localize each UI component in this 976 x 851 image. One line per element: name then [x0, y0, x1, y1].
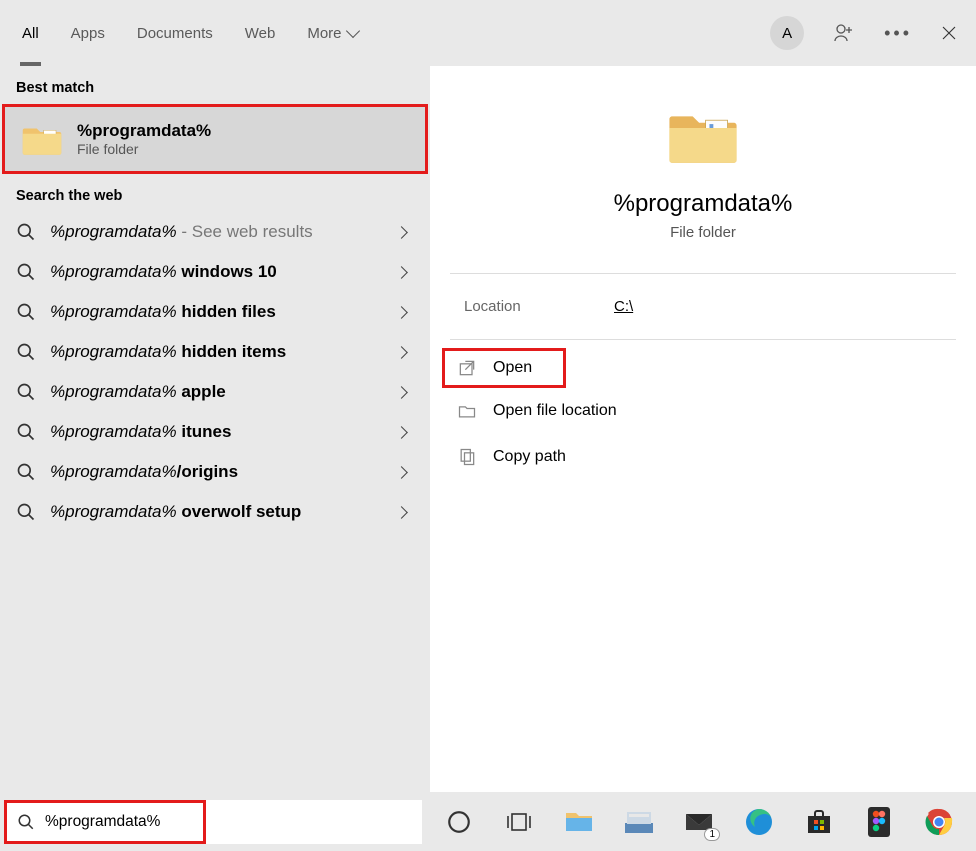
bottom-bar: %programdata% 1 — [0, 792, 976, 851]
location-row: Location C:\ — [430, 274, 976, 339]
action-copy-path[interactable]: Copy path — [442, 434, 964, 480]
suggestion-text: %programdata% overwolf setup — [50, 502, 383, 522]
preview-title: %programdata% — [430, 190, 976, 218]
best-match-title: %programdata% — [77, 121, 211, 141]
feedback-icon[interactable] — [832, 21, 856, 45]
chevron-right-icon — [395, 466, 408, 479]
mail-icon[interactable]: 1 — [682, 805, 716, 839]
suggestion-text: %programdata% itunes — [50, 422, 383, 442]
best-match-result[interactable]: %programdata% File folder — [2, 104, 428, 174]
action-open[interactable]: Open — [442, 348, 566, 388]
folder-icon — [21, 119, 63, 159]
folder-icon — [664, 106, 742, 168]
cortana-icon[interactable] — [442, 805, 476, 839]
web-suggestion[interactable]: %programdata% itunes — [0, 412, 430, 452]
search-icon — [16, 382, 36, 402]
user-avatar[interactable]: A — [770, 16, 804, 50]
search-icon — [17, 813, 35, 831]
task-view-icon[interactable] — [502, 805, 536, 839]
suggestion-text: %programdata% hidden items — [50, 342, 383, 362]
chevron-right-icon — [395, 266, 408, 279]
web-suggestion[interactable]: %programdata% - See web results — [0, 212, 430, 252]
app-icon[interactable] — [622, 805, 656, 839]
search-input-extension[interactable] — [206, 800, 422, 844]
search-icon — [16, 262, 36, 282]
search-icon — [16, 462, 36, 482]
action-open-file-location[interactable]: Open file location — [442, 388, 964, 434]
web-suggestion[interactable]: %programdata% overwolf setup — [0, 492, 430, 532]
open-icon — [457, 358, 477, 378]
web-suggestion[interactable]: %programdata% hidden files — [0, 292, 430, 332]
chevron-right-icon — [395, 226, 408, 239]
search-input-text: %programdata% — [45, 813, 160, 831]
microsoft-store-icon[interactable] — [802, 805, 836, 839]
search-input[interactable]: %programdata% — [4, 800, 206, 844]
filter-tabs: All Apps Documents Web More — [20, 5, 360, 62]
chevron-right-icon — [395, 426, 408, 439]
search-icon — [16, 422, 36, 442]
search-icon — [16, 222, 36, 242]
chevron-down-icon — [345, 24, 359, 38]
chevron-right-icon — [395, 506, 408, 519]
chrome-icon[interactable] — [922, 805, 956, 839]
suggestion-text: %programdata% - See web results — [50, 222, 383, 242]
suggestion-text: %programdata% hidden files — [50, 302, 383, 322]
best-match-subtitle: File folder — [77, 141, 211, 157]
chevron-right-icon — [395, 306, 408, 319]
close-icon[interactable] — [940, 24, 958, 42]
chevron-right-icon — [395, 386, 408, 399]
location-label: Location — [464, 298, 614, 315]
web-suggestion[interactable]: %programdata% apple — [0, 372, 430, 412]
chevron-right-icon — [395, 346, 408, 359]
search-icon — [16, 502, 36, 522]
tab-apps[interactable]: Apps — [69, 5, 107, 62]
file-explorer-icon[interactable] — [562, 805, 596, 839]
search-icon — [16, 302, 36, 322]
web-suggestion[interactable]: %programdata% hidden items — [0, 332, 430, 372]
suggestion-text: %programdata%/origins — [50, 462, 383, 482]
suggestion-text: %programdata% apple — [50, 382, 383, 402]
location-link[interactable]: C:\ — [614, 298, 633, 315]
web-suggestion[interactable]: %programdata% windows 10 — [0, 252, 430, 292]
taskbar: 1 — [422, 792, 976, 851]
web-suggestion[interactable]: %programdata%/origins — [0, 452, 430, 492]
search-header: All Apps Documents Web More A ••• — [0, 0, 976, 66]
folder-outline-icon — [457, 401, 477, 421]
options-icon[interactable]: ••• — [884, 23, 912, 44]
edge-icon[interactable] — [742, 805, 776, 839]
copy-icon — [457, 447, 477, 467]
preview-subtitle: File folder — [430, 224, 976, 241]
preview-panel: %programdata% File folder Location C:\ O… — [430, 66, 976, 792]
results-panel: Best match %programdata% File folder Sea… — [0, 66, 430, 792]
tab-all[interactable]: All — [20, 5, 41, 66]
tab-more[interactable]: More — [305, 5, 359, 62]
tab-documents[interactable]: Documents — [135, 5, 215, 62]
best-match-heading: Best match — [0, 66, 430, 104]
figma-icon[interactable] — [862, 805, 896, 839]
search-web-heading: Search the web — [0, 174, 430, 212]
suggestion-text: %programdata% windows 10 — [50, 262, 383, 282]
tab-web[interactable]: Web — [243, 5, 278, 62]
search-icon — [16, 342, 36, 362]
